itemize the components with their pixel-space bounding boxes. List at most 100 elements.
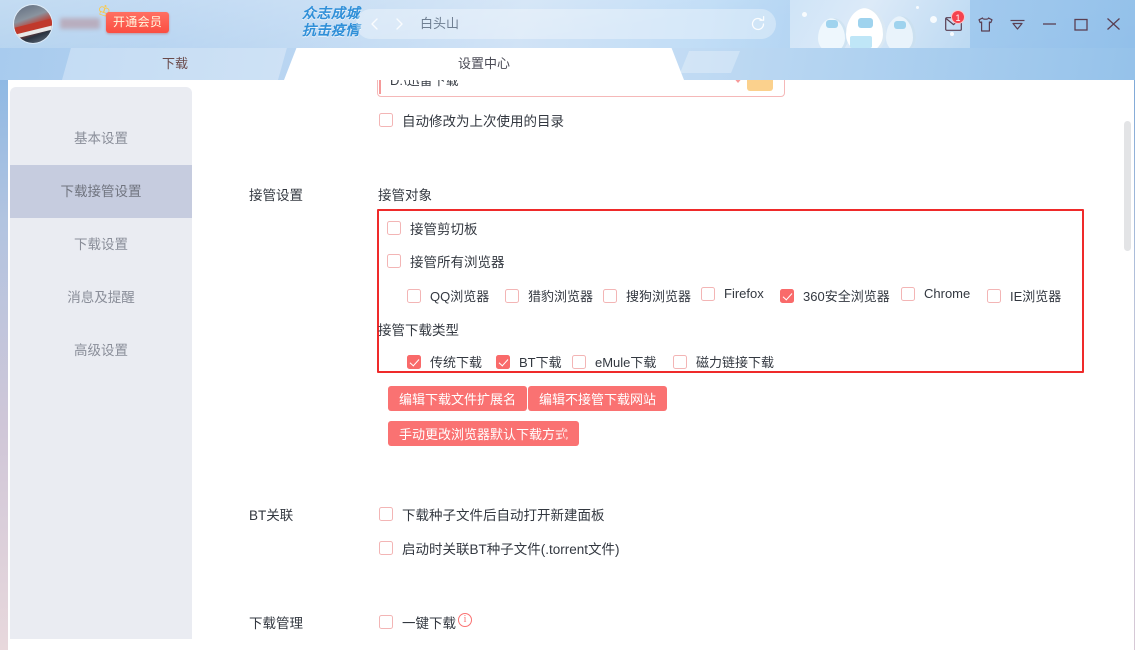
download-path-input[interactable]: D:\迅雷下载 — [377, 80, 785, 97]
checkbox-box[interactable] — [387, 254, 401, 268]
checkbox-box[interactable] — [379, 113, 393, 127]
checkbox-box[interactable] — [379, 541, 393, 555]
checkbox-browser-firefox[interactable]: Firefox — [701, 286, 764, 301]
checkbox-label: 磁力链接下载 — [696, 352, 774, 371]
checkbox-label: 下载种子文件后自动打开新建面板 — [402, 504, 605, 524]
checkbox-box[interactable] — [379, 615, 393, 629]
checkbox-box[interactable] — [901, 287, 915, 301]
info-icon[interactable]: i — [562, 427, 576, 441]
tab-settings-center[interactable]: 设置中心 — [284, 44, 684, 80]
checkbox-box[interactable] — [701, 287, 715, 301]
checkbox-auto-last-dir[interactable]: 自动修改为上次使用的目录 — [379, 110, 564, 130]
subtitle-takeover-download-types: 接管下载类型 — [378, 319, 459, 339]
checkbox-label: 启动时关联BT种子文件(.torrent文件) — [402, 538, 620, 558]
title-bar: ♔ 开通会员 众志成城 抗击疫情 白头山 1 — [0, 0, 1135, 48]
refresh-icon[interactable] — [749, 15, 767, 33]
app-window: ♔ 开通会员 众志成城 抗击疫情 白头山 1 — [0, 0, 1135, 650]
checkbox-box[interactable] — [407, 289, 421, 303]
checkbox-label: 360安全浏览器 — [803, 286, 890, 305]
edit-download-extensions-button[interactable]: 编辑下载文件扩展名 — [388, 386, 527, 411]
group-label-download-management: 下载管理 — [249, 612, 303, 632]
checkbox-label: 自动修改为上次使用的目录 — [402, 110, 564, 130]
checkbox-box[interactable] — [505, 289, 519, 303]
checkbox-label: 一键下载 — [402, 612, 456, 632]
tab-download[interactable]: 下载 — [62, 44, 288, 80]
minimize-icon[interactable] — [1035, 10, 1063, 38]
window-controls: 1 — [939, 10, 1127, 38]
checkbox-label: Firefox — [724, 286, 764, 301]
checkbox-label: 猎豹浏览器 — [528, 286, 593, 305]
content-area: 基本设置 下载接管设置 下载设置 消息及提醒 高级设置 D:\迅雷下载 自动修改… — [0, 79, 1135, 650]
checkbox-label: BT下载 — [519, 352, 562, 371]
address-input[interactable]: 白头山 — [420, 9, 459, 39]
sidebar-item-download-takeover-settings[interactable]: 下载接管设置 — [10, 165, 192, 218]
checkbox-label: 搜狗浏览器 — [626, 286, 691, 305]
checkbox-type-bt[interactable]: BT下载 — [496, 352, 562, 371]
skin-tshirt-icon[interactable] — [971, 10, 999, 38]
address-bar[interactable]: 白头山 — [356, 9, 776, 39]
open-vip-button[interactable]: 开通会员 — [106, 12, 169, 33]
checkbox-takeover-clipboard[interactable]: 接管剪切板 — [387, 218, 478, 238]
maximize-icon[interactable] — [1067, 10, 1095, 38]
settings-main-panel: D:\迅雷下载 自动修改为上次使用的目录 接管设置 接管对象 接管剪切板 — [192, 80, 1135, 650]
checkbox-browser-ie[interactable]: IE浏览器 — [987, 286, 1061, 305]
tab-placeholder[interactable] — [680, 51, 740, 73]
subtitle-takeover-targets: 接管对象 — [378, 184, 432, 204]
scrollbar-thumb[interactable] — [1124, 121, 1131, 251]
chevron-left-icon[interactable] — [366, 15, 384, 33]
checkbox-takeover-all-browsers[interactable]: 接管所有浏览器 — [387, 251, 505, 271]
checkbox-label: IE浏览器 — [1010, 286, 1061, 305]
sidebar-item-advanced-settings[interactable]: 高级设置 — [10, 324, 192, 377]
group-label-bt-association: BT关联 — [249, 504, 293, 524]
checkbox-one-click-download[interactable]: 一键下载 — [379, 612, 456, 632]
checkbox-type-traditional[interactable]: 传统下载 — [407, 352, 482, 371]
info-icon[interactable]: i — [458, 613, 472, 627]
checkbox-open-new-panel-after-torrent[interactable]: 下载种子文件后自动打开新建面板 — [379, 504, 605, 524]
checkbox-box[interactable] — [603, 289, 617, 303]
avatar[interactable] — [14, 5, 52, 43]
caret-down-icon[interactable] — [732, 80, 744, 83]
scrollbar-track[interactable] — [1122, 80, 1134, 650]
checkbox-browser-chrome[interactable]: Chrome — [901, 286, 970, 301]
checkbox-browser-360-safe[interactable]: 360安全浏览器 — [780, 286, 890, 305]
edit-excluded-sites-button[interactable]: 编辑不接管下载网站 — [528, 386, 667, 411]
username-masked[interactable] — [60, 18, 100, 29]
checkbox-label: 接管所有浏览器 — [410, 251, 505, 271]
checkbox-box[interactable] — [379, 507, 393, 521]
checkbox-box[interactable] — [387, 221, 401, 235]
checkbox-label: 接管剪切板 — [410, 218, 478, 238]
change-browser-default-download-button[interactable]: 手动更改浏览器默认下载方式 — [388, 421, 579, 446]
left-accent-rail — [0, 80, 8, 650]
checkbox-browser-sogou[interactable]: 搜狗浏览器 — [603, 286, 691, 305]
checkbox-box[interactable] — [987, 289, 1001, 303]
checkbox-box[interactable] — [673, 355, 687, 369]
mail-badge-count: 1 — [951, 10, 965, 24]
checkbox-box[interactable] — [407, 355, 421, 369]
browse-folder-button[interactable] — [747, 80, 775, 92]
tab-strip: 下载 设置中心 — [0, 44, 1135, 80]
checkbox-browser-liebao[interactable]: 猎豹浏览器 — [505, 286, 593, 305]
checkbox-label: eMule下载 — [595, 352, 656, 371]
checkbox-type-emule[interactable]: eMule下载 — [572, 352, 656, 371]
checkbox-type-magnet[interactable]: 磁力链接下载 — [673, 352, 774, 371]
checkbox-label: 传统下载 — [430, 352, 482, 371]
folder-icon — [747, 80, 773, 91]
sidebar-item-messages-and-alerts[interactable]: 消息及提醒 — [10, 271, 192, 324]
checkbox-box[interactable] — [496, 355, 510, 369]
chevron-right-icon[interactable] — [390, 15, 408, 33]
close-icon[interactable] — [1099, 10, 1127, 38]
checkbox-label: QQ浏览器 — [430, 286, 489, 305]
checkbox-label: Chrome — [924, 286, 970, 301]
text-caret — [379, 80, 381, 94]
menu-caret-icon[interactable] — [1003, 10, 1031, 38]
download-path-value: D:\迅雷下载 — [390, 80, 459, 89]
sidebar-item-basic-settings[interactable]: 基本设置 — [10, 112, 192, 165]
checkbox-browser-qq[interactable]: QQ浏览器 — [407, 286, 489, 305]
checkbox-box[interactable] — [572, 355, 586, 369]
checkbox-box[interactable] — [780, 289, 794, 303]
group-label-takeover-settings: 接管设置 — [249, 184, 303, 204]
checkbox-associate-torrent-on-start[interactable]: 启动时关联BT种子文件(.torrent文件) — [379, 538, 620, 558]
sidebar-item-download-settings[interactable]: 下载设置 — [10, 218, 192, 271]
settings-sidebar: 基本设置 下载接管设置 下载设置 消息及提醒 高级设置 — [10, 87, 192, 639]
mail-icon[interactable]: 1 — [939, 10, 967, 38]
